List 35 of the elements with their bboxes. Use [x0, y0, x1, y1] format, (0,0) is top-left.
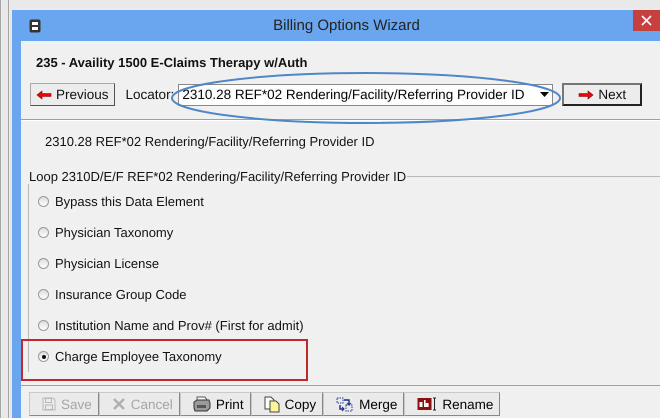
merge-button[interactable]: Merge	[323, 392, 404, 416]
dropdown-arrow-icon	[540, 92, 549, 97]
radio-button[interactable]	[38, 258, 49, 269]
copy-button[interactable]: Copy	[250, 392, 324, 416]
merge-icon	[336, 396, 354, 412]
option-label: Physician Taxonomy	[55, 225, 174, 240]
option-label: Institution Name and Prov# (First for admit)	[55, 318, 304, 333]
rename-field-icon	[417, 397, 438, 411]
printer-icon	[192, 396, 211, 412]
option-label: Bypass this Data Element	[55, 194, 204, 209]
left-arrow-icon	[36, 90, 52, 100]
radio-button[interactable]	[38, 227, 49, 238]
radio-button[interactable]	[38, 289, 49, 300]
option-label: Insurance Group Code	[55, 287, 187, 302]
copy-pages-icon	[264, 396, 280, 412]
next-button[interactable]: Next	[562, 83, 642, 106]
radio-button[interactable]	[38, 196, 49, 207]
right-arrow-icon	[578, 90, 594, 100]
group-title: Loop 2310D/E/F REF*02 Rendering/Facility/Referring Provider ID	[28, 169, 408, 184]
cross-icon	[112, 397, 126, 411]
radio-button[interactable]	[38, 320, 49, 331]
print-button[interactable]: Print	[180, 392, 251, 416]
locator-dropdown[interactable]: 2310.28 REF*02 Rendering/Facility/Referring Provider ID	[178, 84, 554, 106]
option-label: Physician License	[55, 256, 160, 271]
locator-label: Locator:	[126, 87, 174, 102]
element-title: 2310.28 REF*02 Rendering/Facility/Referring Provider ID	[45, 134, 374, 149]
previous-button[interactable]: Previous	[30, 83, 115, 106]
close-icon	[641, 15, 652, 26]
option-label: Charge Employee Taxonomy	[55, 349, 222, 364]
radio-button[interactable]	[38, 351, 49, 362]
window-title: Billing Options Wizard	[273, 17, 420, 34]
close-button[interactable]	[633, 10, 660, 31]
template-title: 235 - Availity 1500 E-Claims Therapy w/Auth	[36, 55, 308, 70]
rename-button[interactable]: Rename	[404, 392, 500, 416]
app-icon	[29, 18, 41, 32]
